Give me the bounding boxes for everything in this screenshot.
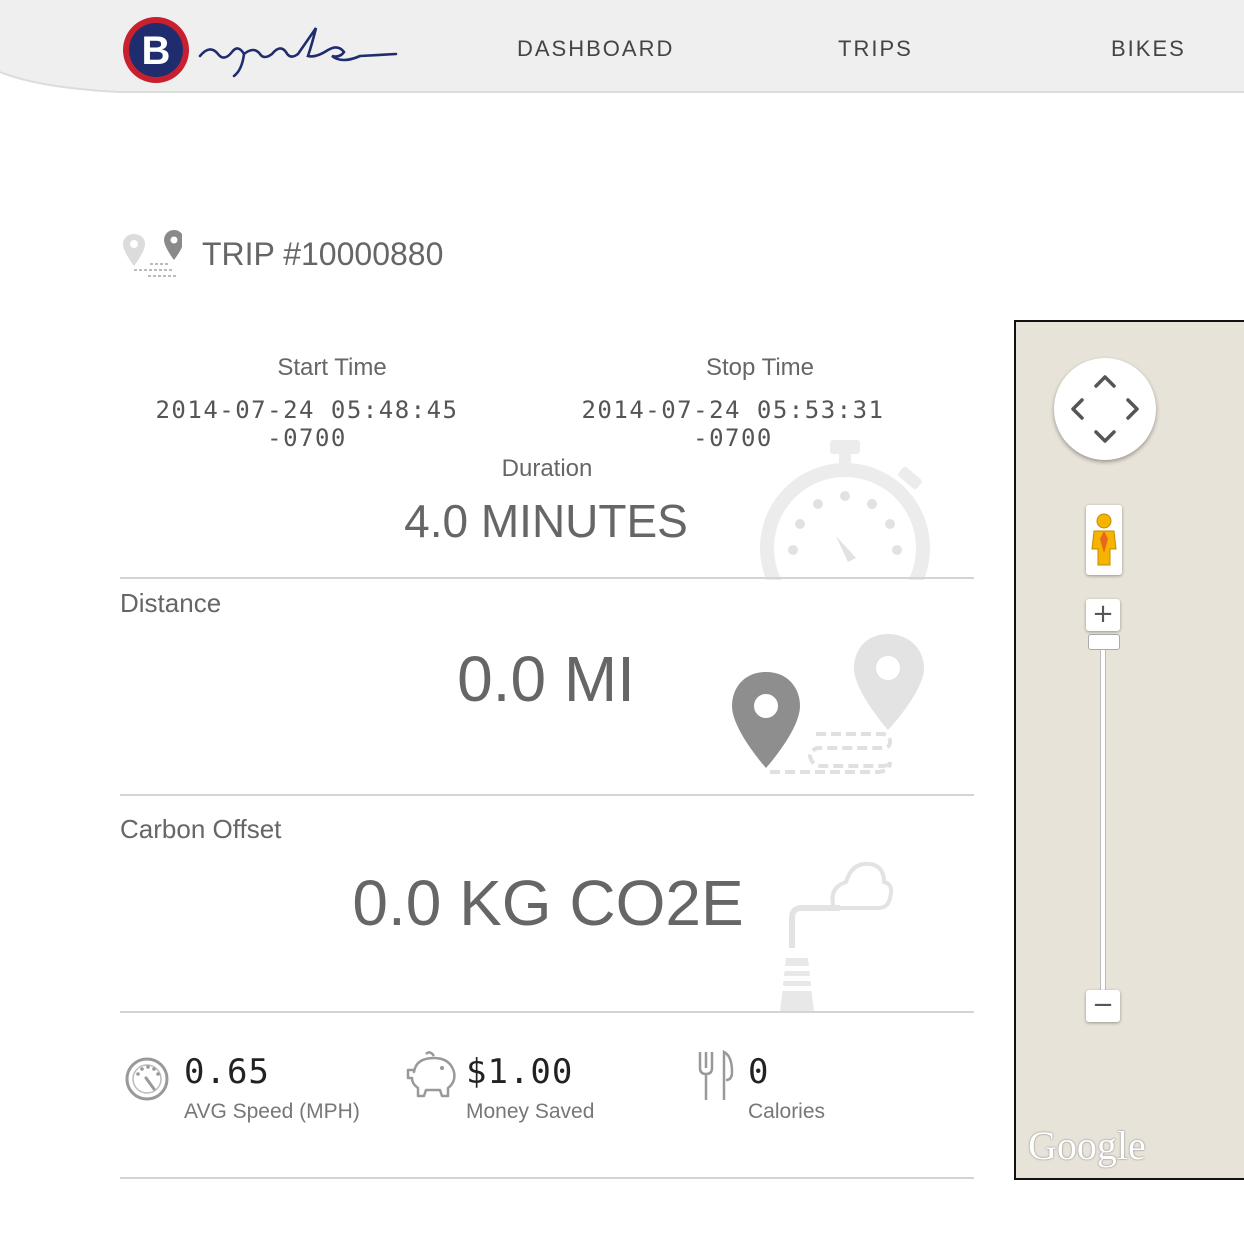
calories-value: 0 bbox=[748, 1052, 770, 1092]
carbon-offset-label: Carbon Offset bbox=[120, 814, 282, 844]
carbon-offset-value: 0.0 KG CO2E bbox=[352, 867, 744, 939]
distance-label: Distance bbox=[120, 588, 222, 618]
distance-pins-icon bbox=[732, 634, 924, 774]
avg-speed-value: 0.65 bbox=[184, 1052, 270, 1092]
map-pan-control[interactable] bbox=[1054, 358, 1156, 460]
money-saved-value: $1.00 bbox=[466, 1052, 574, 1092]
distance-value: 0.0 MI bbox=[457, 643, 635, 715]
stopwatch-icon bbox=[760, 440, 930, 580]
google-attribution[interactable]: Google bbox=[1028, 1122, 1146, 1169]
pan-arrows-icon bbox=[1071, 375, 1139, 443]
money-saved-label: Money Saved bbox=[466, 1100, 595, 1123]
nav-trips[interactable]: TRIPS bbox=[838, 36, 913, 62]
trip-title: TRIP #10000880 bbox=[202, 236, 444, 272]
top-nav-bar: B DASHBOARD TRIPS BIKES bbox=[0, 0, 1244, 100]
divider bbox=[120, 1177, 974, 1179]
divider bbox=[120, 577, 974, 579]
piggy-bank-icon bbox=[406, 1051, 456, 1098]
divider bbox=[120, 1011, 974, 1013]
avg-speed-label: AVG Speed (MPH) bbox=[184, 1100, 360, 1123]
duration-value: 4.0 MINUTES bbox=[404, 495, 688, 547]
trip-route-icon bbox=[123, 230, 182, 277]
zoom-in-button[interactable]: + bbox=[1086, 599, 1120, 631]
fork-knife-icon bbox=[698, 1050, 734, 1100]
divider bbox=[120, 794, 974, 796]
nav-bikes[interactable]: BIKES bbox=[1111, 36, 1186, 62]
start-time-value: 2014-07-24 05:48:45 -0700 bbox=[155, 396, 459, 452]
nav-dashboard[interactable]: DASHBOARD bbox=[517, 36, 674, 62]
street-view-pegman[interactable] bbox=[1086, 505, 1122, 575]
zoom-slider-track[interactable] bbox=[1100, 634, 1106, 994]
zoom-slider-handle[interactable] bbox=[1088, 634, 1120, 650]
zoom-out-button[interactable]: − bbox=[1086, 990, 1120, 1022]
svg-text:B: B bbox=[142, 29, 171, 73]
start-time-label: Start Time bbox=[277, 354, 387, 381]
stop-time-label: Stop Time bbox=[705, 354, 815, 381]
speedometer-icon bbox=[125, 1057, 169, 1101]
pegman-icon bbox=[1091, 513, 1117, 566]
bcycle-logo[interactable]: B bbox=[120, 14, 410, 90]
calories-label: Calories bbox=[748, 1100, 826, 1123]
trip-map[interactable]: + − Google bbox=[1014, 320, 1244, 1180]
duration-label: Duration bbox=[501, 455, 593, 482]
